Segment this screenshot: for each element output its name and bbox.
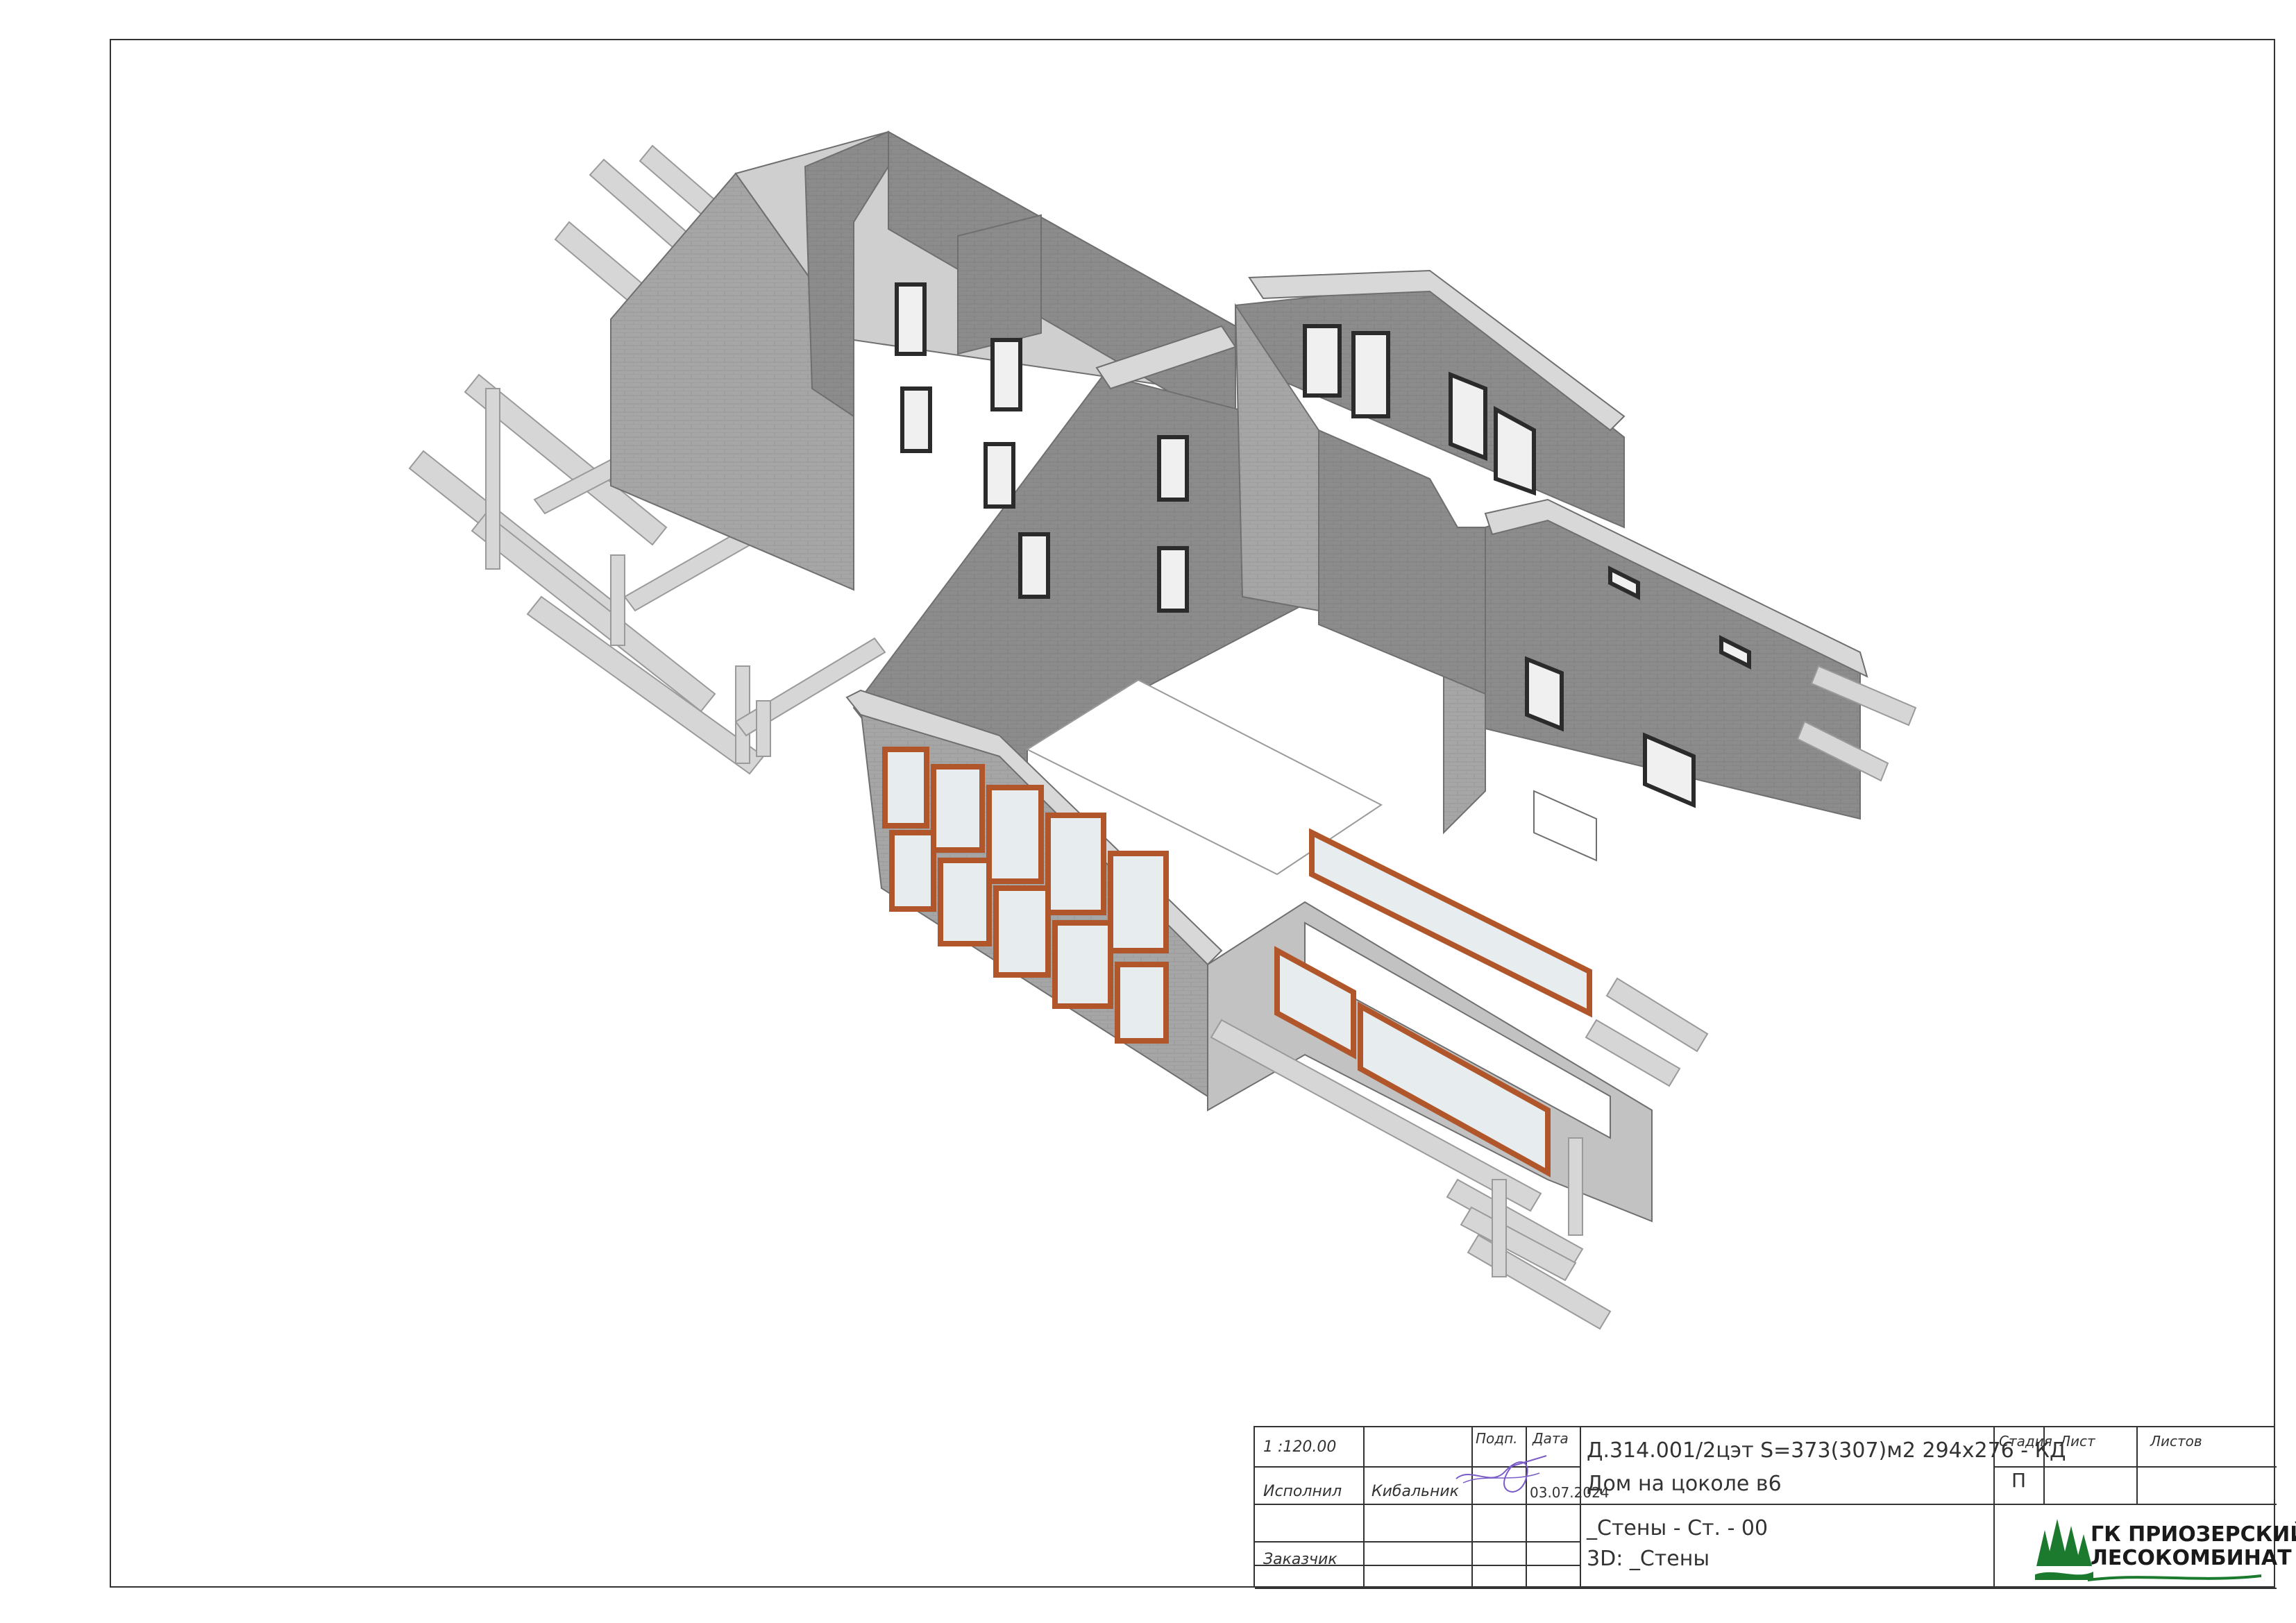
logo-underline-icon <box>2088 1574 2261 1581</box>
scale-label: 1 :120.00 <box>1263 1438 1337 1456</box>
house-3d-model <box>408 130 1917 1330</box>
sign-column-header: Подп. <box>1476 1430 1518 1447</box>
sheets-header: Листов <box>2150 1433 2202 1450</box>
logo-line-2: ЛЕСОКОМБИНАТ <box>2091 1546 2292 1570</box>
executed-label: Исполнил <box>1263 1483 1342 1500</box>
customer-label: Заказчик <box>1263 1551 1337 1568</box>
sheet-name-1: _Стены - Ст. - 00 <box>1587 1516 1769 1540</box>
stage-header: Стадия <box>1999 1433 2052 1450</box>
title-block: 1 :120.00 Подп. Дата Исполнил Кибальник … <box>1253 1426 2296 1589</box>
sheet-name-2: 3D: _Стены <box>1587 1547 1710 1571</box>
logo-line-1: ГК ПРИОЗЕРСКИЙ <box>2091 1522 2296 1547</box>
project-name: Дом на цоколе в6 <box>1587 1472 1782 1496</box>
project-code: Д.314.001/2цэт S=373(307)м2 294х276 - КД <box>1587 1438 2066 1463</box>
executor-name: Кибальник <box>1371 1483 1459 1500</box>
date-column-header: Дата <box>1533 1430 1569 1447</box>
door-opening <box>1533 790 1597 862</box>
signature-icon <box>1455 1455 1547 1493</box>
fir-trees-icon <box>2035 1519 2093 1580</box>
stage-value: П <box>2011 1469 2027 1492</box>
company-logo: ГК ПРИОЗЕРСКИЙ ЛЕСОКОМБИНАТ <box>2035 1516 2296 1581</box>
sheet-header: Лист <box>2060 1433 2095 1450</box>
